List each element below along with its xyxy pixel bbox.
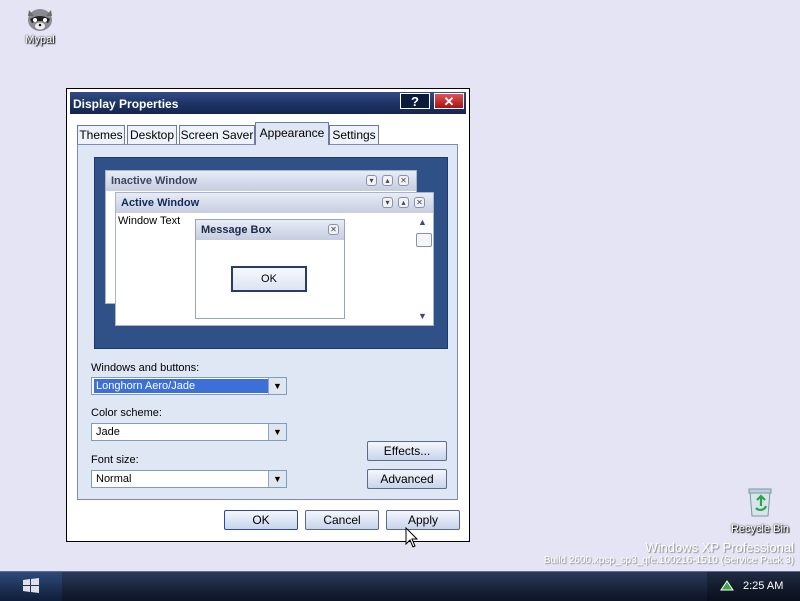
watermark-build: Build 2600.xpsp_sp3_qfe.100216-1510 (Ser…	[543, 555, 794, 566]
preview-msgbox-ok: OK	[231, 266, 307, 292]
windows-buttons-label: Windows and buttons:	[91, 362, 200, 374]
preview-message-box: Message Box ✕ OK	[195, 219, 345, 319]
appearance-preview: Inactive Window ▾ ▴ ✕ Active Window ▾ ▴ …	[94, 157, 448, 349]
preview-active-window: Active Window ▾ ▴ ✕ Window Text ▲ ▼ Mess…	[115, 192, 434, 326]
help-button[interactable]: ?	[400, 93, 430, 109]
minimize-icon: ▾	[382, 197, 393, 208]
desktop-icon-recycle-bin[interactable]: Recycle Bin	[728, 486, 792, 535]
ok-button[interactable]: OK	[224, 510, 298, 530]
close-button[interactable]: ✕	[434, 93, 464, 109]
start-button[interactable]	[0, 572, 62, 601]
font-size-label: Font size:	[91, 454, 139, 466]
scroll-down-icon: ▼	[418, 311, 427, 321]
scroll-thumb	[416, 233, 432, 247]
desktop-icon-label: Mypal	[25, 34, 55, 46]
minimize-icon: ▾	[366, 175, 377, 186]
desktop-icon-label: Recycle Bin	[730, 523, 790, 535]
font-size-select[interactable]: Normal ▼	[91, 470, 287, 488]
watermark-title: Windows XP Professional	[645, 540, 794, 555]
taskbar: 2:25 AM	[0, 571, 800, 601]
font-size-value: Normal	[96, 473, 132, 485]
desktop-icon-mypal[interactable]: Mypal	[20, 2, 60, 46]
windows-buttons-value: Longhorn Aero/Jade	[94, 379, 269, 393]
os-watermark: Windows XP Professional Build 2600.xpsp_…	[544, 540, 794, 566]
tray-network-icon[interactable]	[719, 578, 735, 594]
cancel-button[interactable]: Cancel	[305, 510, 379, 530]
raccoon-icon	[28, 9, 52, 31]
tab-appearance[interactable]: Appearance	[255, 122, 329, 145]
apply-button[interactable]: Apply	[386, 510, 460, 530]
maximize-icon: ▴	[382, 175, 393, 186]
start-windows-icon	[23, 578, 39, 593]
preview-window-text: Window Text	[118, 215, 181, 227]
advanced-button[interactable]: Advanced	[367, 469, 447, 489]
color-scheme-select[interactable]: Jade ▼	[91, 423, 287, 441]
display-properties-dialog: Display Properties ? ✕ Themes Desktop Sc…	[66, 88, 470, 542]
close-icon: ✕	[414, 197, 425, 208]
color-scheme-label: Color scheme:	[91, 407, 162, 419]
chevron-down-icon[interactable]: ▼	[268, 378, 286, 394]
preview-msgbox-title: Message Box	[196, 220, 344, 240]
tab-desktop[interactable]: Desktop	[127, 125, 177, 144]
close-icon: ✕	[398, 175, 409, 186]
recycle-bin-icon	[748, 488, 772, 517]
effects-button[interactable]: Effects...	[367, 441, 447, 461]
maximize-icon: ▴	[398, 197, 409, 208]
dialog-titlebar[interactable]: Display Properties ? ✕	[70, 92, 466, 114]
clock[interactable]: 2:25 AM	[743, 580, 783, 592]
dialog-title: Display Properties	[73, 97, 179, 111]
scroll-up-icon: ▲	[418, 217, 427, 227]
chevron-down-icon[interactable]: ▼	[268, 424, 286, 440]
tab-screen-saver[interactable]: Screen Saver	[179, 125, 255, 144]
chevron-down-icon[interactable]: ▼	[268, 471, 286, 487]
color-scheme-value: Jade	[96, 426, 120, 438]
appearance-panel: Inactive Window ▾ ▴ ✕ Active Window ▾ ▴ …	[77, 144, 458, 500]
cursor-icon	[405, 527, 419, 548]
close-icon: ✕	[328, 224, 339, 235]
tab-settings[interactable]: Settings	[329, 125, 379, 144]
windows-buttons-select[interactable]: Longhorn Aero/Jade ▼	[91, 377, 287, 395]
tab-themes[interactable]: Themes	[77, 125, 125, 144]
